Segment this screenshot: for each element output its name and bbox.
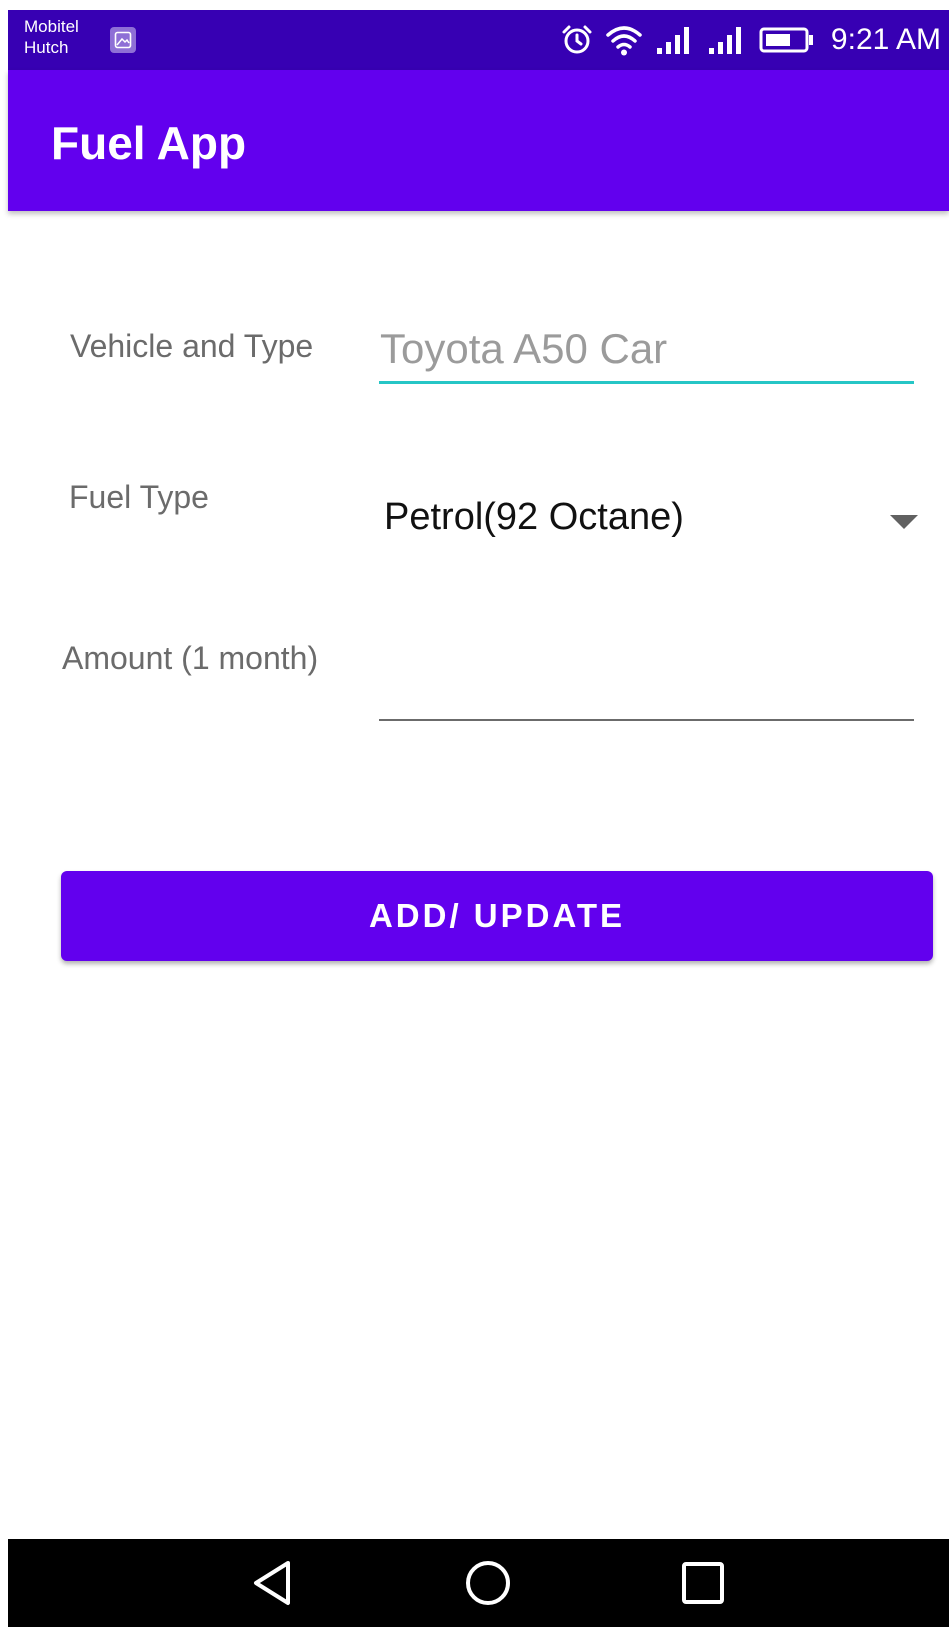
app-title: Fuel App — [51, 117, 247, 169]
vehicle-label: Vehicle and Type — [70, 328, 314, 364]
carrier-primary: Mobitel — [24, 17, 79, 36]
signal-icon — [708, 27, 741, 54]
add-update-button[interactable]: ADD/ UPDATE — [61, 871, 933, 961]
image-notification-icon — [110, 27, 136, 53]
wifi-icon — [606, 26, 642, 56]
dropdown-arrow-icon — [890, 515, 918, 529]
clock: 9:21 AM — [830, 23, 941, 56]
app-bar: Fuel App — [8, 70, 949, 211]
amount-label: Amount (1 month) — [62, 640, 319, 676]
carrier-secondary: Hutch — [24, 38, 69, 57]
back-icon[interactable] — [248, 1553, 298, 1613]
recents-icon[interactable] — [673, 1553, 733, 1613]
fuel-type-label: Fuel Type — [69, 479, 209, 515]
carrier-names: Mobitel Hutch — [24, 16, 79, 58]
battery-icon — [759, 27, 813, 53]
amount-input-underline — [379, 719, 914, 721]
alarm-icon — [562, 25, 592, 54]
status-icons: 9:21 AM — [561, 10, 941, 70]
vehicle-input[interactable]: Toyota A50 Car — [380, 325, 667, 373]
fuel-type-selected: Petrol(92 Octane) — [384, 496, 684, 538]
vehicle-input-underline — [379, 381, 914, 384]
fuel-type-spinner[interactable]: Petrol(92 Octane) — [370, 480, 920, 560]
signal-icon — [656, 27, 689, 54]
navigation-bar — [8, 1539, 949, 1627]
home-icon[interactable] — [458, 1553, 518, 1613]
status-bar: Mobitel Hutch 9:21 AM — [8, 10, 949, 70]
